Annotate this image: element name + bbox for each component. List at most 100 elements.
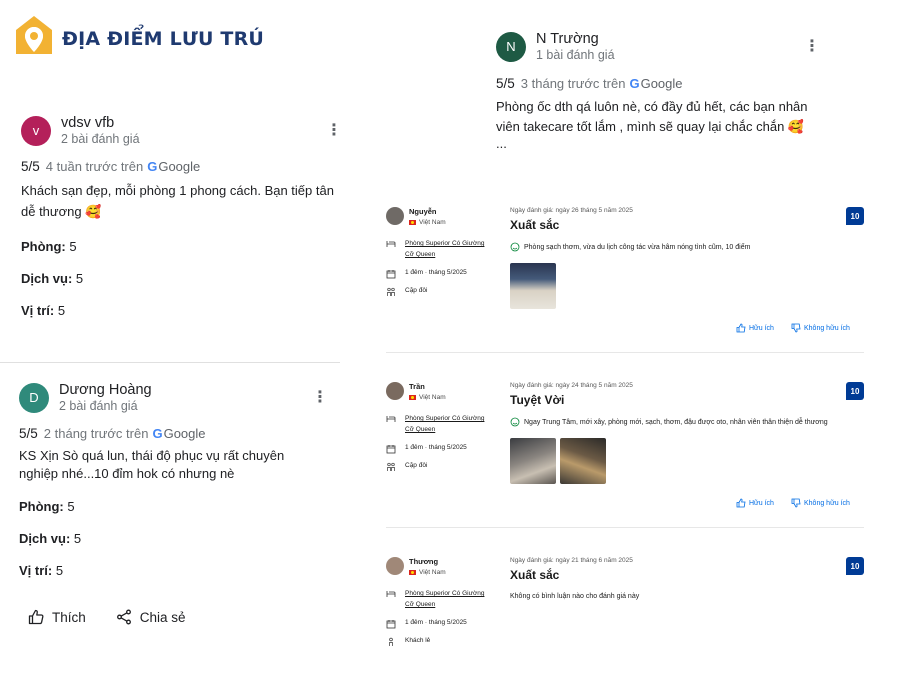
couple-icon bbox=[387, 462, 395, 471]
not-helpful-button[interactable]: Không hữu ích bbox=[791, 498, 850, 508]
share-button[interactable]: Chia sẻ bbox=[116, 609, 186, 625]
room-link[interactable]: Phòng Superior Có Giường Cỡ Queen bbox=[405, 413, 490, 435]
google-icon: G bbox=[152, 426, 163, 441]
reviewer-country: Việt Nam bbox=[409, 569, 446, 576]
review-title: Xuất sắc bbox=[510, 568, 560, 582]
google-icon: G bbox=[147, 159, 158, 174]
review-photo[interactable] bbox=[510, 438, 556, 484]
traveler-type: Khách lẻ bbox=[386, 637, 430, 647]
review-date: Ngày đánh giá: ngày 26 tháng 5 năm 2025 bbox=[510, 207, 633, 214]
review-comment: Không có bình luận nào cho đánh giá này bbox=[510, 593, 640, 600]
more-options-icon[interactable]: ⋮ bbox=[326, 123, 342, 139]
google-review: N N Trường 1 bài đánh giá ⋮ 5/5 3 tháng … bbox=[496, 31, 826, 151]
reviewer-name: Nguyễn bbox=[409, 207, 437, 216]
google-review: D Dương Hoàng 2 bài đánh giá ⋮ 5/5 2 thá… bbox=[19, 382, 334, 578]
google-icon: G bbox=[629, 76, 640, 91]
share-icon bbox=[116, 609, 131, 625]
reviewer-name[interactable]: Dương Hoàng bbox=[59, 382, 152, 398]
review-time: 3 tháng trước trên bbox=[520, 76, 626, 91]
attribute-location: Vị trí: 5 bbox=[21, 303, 66, 318]
couple-icon bbox=[387, 287, 395, 296]
reviewer-country: Việt Nam bbox=[409, 394, 446, 401]
attribute-service: Dịch vụ: 5 bbox=[19, 531, 82, 546]
review-comment: Phòng sạch thơm, vừa du lịch công tác vừ… bbox=[510, 242, 750, 252]
score-badge: 10 bbox=[846, 207, 864, 225]
attribute-room: Phòng: 5 bbox=[21, 239, 77, 254]
avatar[interactable]: N bbox=[496, 31, 526, 62]
avatar bbox=[386, 557, 404, 575]
room-link[interactable]: Phòng Superior Có Giường Cỡ Queen bbox=[405, 588, 490, 610]
google-review: v vdsv vfb 2 bài đánh giá ⋮ 5/5 4 tuần t… bbox=[21, 115, 342, 318]
review-photo[interactable] bbox=[510, 263, 556, 309]
google-source: G Google bbox=[152, 426, 206, 441]
not-helpful-button[interactable]: Không hữu ích bbox=[791, 323, 850, 333]
traveler-type: Cặp đôi bbox=[386, 462, 427, 472]
reviewer-name[interactable]: N Trường bbox=[536, 31, 615, 47]
room-link[interactable]: Phòng Superior Có Giường Cỡ Queen bbox=[405, 238, 490, 260]
room-type: Phòng Superior Có Giường Cỡ Queen bbox=[386, 588, 490, 610]
reviewer-name: Trần bbox=[409, 382, 425, 391]
thumbs-down-icon bbox=[791, 498, 801, 508]
more-options-icon[interactable]: ⋮ bbox=[804, 39, 820, 55]
room-type: Phòng Superior Có Giường Cỡ Queen bbox=[386, 238, 490, 260]
review-text: KS Xịn Sò quá lun, thái độ phục vụ rất c… bbox=[19, 448, 285, 481]
review-score: 5/5 bbox=[19, 426, 38, 441]
bed-icon bbox=[386, 416, 396, 422]
review-more[interactable]: ... bbox=[496, 137, 826, 151]
traveler-type: Cặp đôi bbox=[386, 287, 427, 297]
bed-icon bbox=[386, 591, 396, 597]
helpful-button[interactable]: Hữu ích bbox=[736, 498, 774, 508]
thumbs-up-icon bbox=[736, 323, 746, 333]
reviewer-name[interactable]: vdsv vfb bbox=[61, 115, 140, 131]
stay-duration: 1 đêm · tháng 5/2025 bbox=[386, 619, 467, 629]
review-text: Phòng ốc dth qá luôn nè, có đầy đủ hết, … bbox=[496, 99, 808, 134]
stay-duration: 1 đêm · tháng 5/2025 bbox=[386, 444, 467, 454]
stay-duration: 1 đêm · tháng 5/2025 bbox=[386, 269, 467, 279]
review-score: 5/5 bbox=[21, 159, 40, 174]
location-pin-icon bbox=[16, 16, 52, 54]
google-source: G Google bbox=[147, 159, 201, 174]
review-score: 5/5 bbox=[496, 76, 515, 91]
bed-icon bbox=[386, 241, 396, 247]
calendar-icon bbox=[386, 445, 396, 454]
review-actions: Thích Chia sẻ bbox=[28, 609, 216, 625]
page-title: ĐỊA ĐIỂM LƯU TRÚ bbox=[62, 28, 265, 50]
helpful-button[interactable]: Hữu ích bbox=[736, 323, 774, 333]
review-title: Tuyệt Vời bbox=[510, 393, 565, 407]
review-date: Ngày đánh giá: ngày 21 tháng 6 năm 2025 bbox=[510, 557, 633, 564]
review-photo[interactable] bbox=[560, 438, 606, 484]
smile-icon bbox=[510, 417, 520, 427]
calendar-icon bbox=[386, 270, 396, 279]
room-type: Phòng Superior Có Giường Cỡ Queen bbox=[386, 413, 490, 435]
avatar bbox=[386, 207, 404, 225]
reviewer-country: Việt Nam bbox=[409, 219, 446, 226]
thumbs-down-icon bbox=[791, 323, 801, 333]
review-comment: Ngay Trung Tâm, mới xây, phòng mới, sạch… bbox=[510, 417, 828, 427]
like-button[interactable]: Thích bbox=[28, 609, 86, 625]
review-count: 1 bài đánh giá bbox=[536, 48, 615, 62]
vietnam-flag-icon bbox=[409, 220, 416, 225]
review-time: 4 tuần trước trên bbox=[45, 159, 144, 174]
thumbs-up-icon bbox=[736, 498, 746, 508]
reviewer-name: Thương bbox=[409, 557, 439, 566]
score-badge: 10 bbox=[846, 382, 864, 400]
booking-review: Thương Việt Nam Phòng Superior Có Giường… bbox=[386, 557, 866, 657]
avatar[interactable]: v bbox=[21, 115, 51, 146]
score-badge: 10 bbox=[846, 557, 864, 575]
vietnam-flag-icon bbox=[409, 395, 416, 400]
attribute-room: Phòng: 5 bbox=[19, 499, 75, 514]
attribute-location: Vị trí: 5 bbox=[19, 563, 64, 578]
review-text: Khách sạn đẹp, mỗi phòng 1 phong cách. B… bbox=[21, 183, 334, 219]
review-date: Ngày đánh giá: ngày 24 tháng 5 năm 2025 bbox=[510, 382, 633, 389]
review-count: 2 bài đánh giá bbox=[61, 132, 140, 146]
avatar bbox=[386, 382, 404, 400]
calendar-icon bbox=[386, 620, 396, 629]
divider bbox=[0, 362, 340, 363]
google-source: G Google bbox=[629, 76, 683, 91]
more-options-icon[interactable]: ⋮ bbox=[312, 390, 328, 406]
attribute-service: Dịch vụ: 5 bbox=[21, 271, 84, 286]
vietnam-flag-icon bbox=[409, 570, 416, 575]
divider bbox=[386, 527, 864, 528]
avatar[interactable]: D bbox=[19, 382, 49, 413]
solo-traveler-icon bbox=[389, 637, 393, 646]
